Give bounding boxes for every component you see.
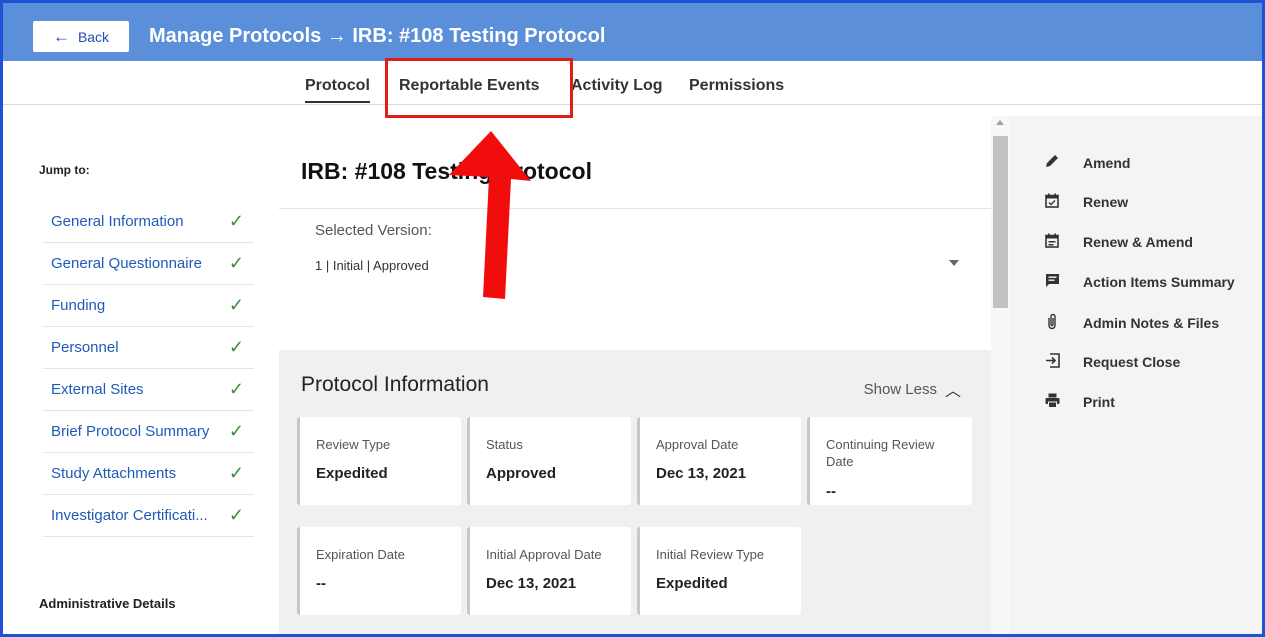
tab-protocol[interactable]: Protocol: [305, 77, 370, 103]
nav-item-label: Study Attachments: [51, 465, 177, 482]
divider: [279, 208, 991, 209]
card-value: Expedited: [656, 575, 728, 592]
card-label: Status: [486, 437, 523, 452]
card-value: --: [316, 575, 326, 592]
card-label: Continuing Review Date: [826, 437, 935, 469]
nav-item-funding[interactable]: Funding ✓: [43, 285, 254, 327]
action-label: Request Close: [1083, 354, 1181, 370]
info-card-initial-approval-date: Initial Approval Date Dec 13, 2021: [467, 527, 631, 615]
action-label: Action Items Summary: [1083, 274, 1235, 290]
page-title: Manage Protocols → IRB: #108 Testing Pro…: [149, 25, 606, 47]
actions-panel: Amend Renew Renew & Amend Action Items S…: [1010, 116, 1262, 634]
card-value: Dec 13, 2021: [486, 575, 577, 592]
app-frame: ← Back Manage Protocols → IRB: #108 Test…: [0, 0, 1265, 637]
version-select[interactable]: 1 | Initial | Approved: [315, 258, 429, 273]
info-card-expiration-date: Expiration Date --: [297, 527, 461, 615]
caret-down-icon[interactable]: [949, 260, 959, 266]
card-label: Approval Date: [656, 437, 739, 452]
action-renew-amend[interactable]: Renew & Amend: [1042, 233, 1193, 251]
nav-item-label: External Sites: [51, 381, 144, 398]
card-value: Approved: [486, 465, 557, 482]
checkmark-icon: ✓: [228, 379, 244, 399]
card-value: Dec 13, 2021: [656, 465, 747, 482]
card-value: --: [826, 483, 836, 500]
checkmark-icon: ✓: [228, 295, 244, 315]
highlight-annotation-box: [385, 58, 573, 118]
action-renew[interactable]: Renew: [1042, 193, 1128, 211]
nav-item-label: Investigator Certificati...: [51, 507, 208, 524]
nav-item-brief-protocol-summary[interactable]: Brief Protocol Summary ✓: [43, 411, 254, 453]
printer-icon: [1042, 393, 1062, 411]
card-label: Initial Approval Date: [486, 547, 602, 562]
action-label: Print: [1083, 394, 1115, 410]
action-request-close[interactable]: Request Close: [1042, 353, 1180, 371]
action-label: Renew: [1083, 194, 1129, 210]
nav-item-investigator-certification[interactable]: Investigator Certificati... ✓: [43, 495, 254, 537]
protocol-information-heading: Protocol Information: [301, 373, 489, 396]
nav-item-general-information[interactable]: General Information ✓: [43, 201, 254, 243]
calendar-edit-icon: [1042, 233, 1062, 251]
card-value: Expedited: [316, 465, 388, 482]
checkmark-icon: ✓: [228, 211, 244, 231]
top-bar: ← Back Manage Protocols → IRB: #108 Test…: [3, 3, 1262, 61]
show-less-toggle[interactable]: Show Less ︿: [864, 377, 961, 401]
show-less-label: Show Less: [863, 380, 937, 398]
nav-item-general-questionnaire[interactable]: General Questionnaire ✓: [43, 243, 254, 285]
info-card-status: Status Approved: [467, 417, 631, 505]
action-label: Admin Notes & Files: [1083, 315, 1220, 331]
tab-bar: Protocol Reportable Events Activity Log …: [3, 61, 1262, 105]
back-button[interactable]: ← Back: [33, 21, 129, 52]
card-label: Expiration Date: [316, 547, 405, 562]
version-label: Selected Version:: [315, 222, 432, 239]
back-label: Back: [77, 28, 110, 45]
nav-item-label: Brief Protocol Summary: [51, 423, 210, 440]
action-amend[interactable]: Amend: [1042, 153, 1130, 172]
nav-item-study-attachments[interactable]: Study Attachments ✓: [43, 453, 254, 495]
nav-item-external-sites[interactable]: External Sites ✓: [43, 369, 254, 411]
info-card-review-type: Review Type Expedited: [297, 417, 461, 505]
pencil-icon: [1042, 153, 1062, 172]
jump-to-label: Jump to:: [39, 163, 90, 177]
action-label: Renew & Amend: [1083, 234, 1193, 250]
checkmark-icon: ✓: [228, 253, 244, 273]
card-label: Initial Review Type: [656, 547, 765, 562]
calendar-check-icon: [1042, 193, 1062, 211]
comment-icon: [1042, 273, 1062, 291]
info-card-approval-date: Approval Date Dec 13, 2021: [637, 417, 801, 505]
nav-item-label: General Information: [51, 213, 184, 230]
checkmark-icon: ✓: [228, 421, 244, 441]
protocol-information-section: Protocol Information Show Less ︿ Review …: [279, 350, 991, 634]
tab-permissions[interactable]: Permissions: [689, 77, 784, 95]
action-items-summary[interactable]: Action Items Summary: [1042, 273, 1235, 291]
section-nav: General Information ✓ General Questionna…: [43, 201, 254, 537]
administrative-details-heading: Administrative Details: [39, 596, 176, 611]
info-card-initial-review-type: Initial Review Type Expedited: [637, 527, 801, 615]
action-admin-notes-files[interactable]: Admin Notes & Files: [1042, 313, 1219, 333]
checkmark-icon: ✓: [228, 505, 244, 525]
action-print[interactable]: Print: [1042, 393, 1115, 411]
chevron-up-icon: ︿: [944, 383, 961, 400]
exit-icon: [1042, 353, 1062, 371]
tab-activity-log[interactable]: Activity Log: [571, 77, 663, 95]
nav-item-label: Funding: [51, 297, 106, 314]
jump-sidebar: Jump to: General Information ✓ General Q…: [3, 106, 275, 634]
nav-item-personnel[interactable]: Personnel ✓: [43, 327, 254, 369]
nav-item-label: Personnel: [51, 339, 119, 356]
red-arrow-annotation: [449, 131, 531, 299]
action-label: Amend: [1083, 154, 1131, 171]
protocol-main: IRB: #108 Testing Protocol Selected Vers…: [279, 106, 991, 634]
scrollbar-thumb[interactable]: [993, 136, 1008, 308]
scroll-up-icon[interactable]: [996, 120, 1004, 125]
nav-item-label: General Questionnaire: [51, 255, 202, 272]
checkmark-icon: ✓: [228, 463, 244, 483]
paperclip-icon: [1042, 313, 1062, 333]
info-card-continuing-review-date: Continuing Review Date --: [807, 417, 972, 505]
card-label: Review Type: [316, 437, 391, 452]
checkmark-icon: ✓: [228, 337, 244, 357]
arrow-left-icon: ←: [52, 26, 70, 46]
